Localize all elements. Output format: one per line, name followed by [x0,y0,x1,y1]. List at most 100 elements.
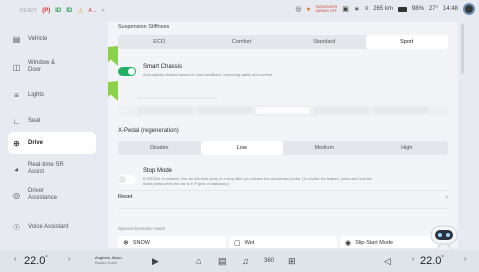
smart-chassis-title: Smart Chassis [143,64,183,70]
sidebar-item-label: Window & Door [28,60,56,73]
sidebar-item-drive[interactable]: ⊕ Drive [8,132,96,154]
xpedal-option-low[interactable]: Low [200,141,283,155]
light-icon: ≡ [14,90,19,100]
seat-icon: ∟ [12,116,21,126]
bluetooth-icon: ∗ [353,6,360,13]
stop-mode-desc-2: brake pedal when the car is in P gear or… [143,182,229,186]
snowflake-icon: ❄ [123,240,129,247]
avatar[interactable] [463,3,475,15]
assist-icon: ◎ [13,190,20,200]
stop-mode-title: Stop Mode [143,168,173,174]
airbag-line2: AIRBAG OFF [315,9,337,13]
stop-mode-toggle[interactable] [118,175,136,184]
xpedal-option-medium[interactable]: Medium [283,141,366,155]
toggle-knob [128,68,135,75]
drive-settings-panel: Suspension Stiffness ECO Comfort Standar… [108,22,458,248]
scenario-wet-button[interactable]: ▢ Wet [229,236,337,248]
battery-icon [397,6,407,12]
music-icon[interactable]: ♫ [242,256,249,266]
airbag-icon: ● [306,5,311,13]
outside-temp: 27° [428,6,438,12]
ready-indicator: READY [20,8,38,14]
xpedal-title: X-Pedal (regeneration) [118,128,179,134]
temp-up-right-icon[interactable]: › [464,256,466,263]
sidebar-item-label: Driver Assistance [28,188,58,201]
voice-icon: ☉ [12,222,21,232]
steering-wheel-icon: ⊕ [13,138,20,148]
play-icon[interactable]: ▶ [152,256,159,267]
passenger-temperature[interactable]: 22.0° [420,255,444,267]
status-bar: READY (P) ID ID ⚠ A→ ≈ ◎ ● PASSENGER AIRB… [0,0,479,22]
scrollbar[interactable] [461,24,464,74]
suspension-title: Suspension Stiffness [118,24,170,30]
media-info[interactable]: Anghela, Aiiym. Bautur Kuzh [95,255,123,265]
driver-temp-value: 22.0 [24,255,46,267]
bottom-bar: ‹ 22.0° › Anghela, Aiiym. Bautur Kuzh ▶ … [0,250,479,272]
parking-brake-indicator: (P) [42,8,51,14]
home-icon[interactable]: ⌂ [196,256,201,266]
camera-icon: ▣ [342,6,349,13]
sidebar-item-lights[interactable]: ≡ Lights [8,84,96,106]
temp-up-left-icon[interactable]: › [68,256,70,263]
volume-icon[interactable]: ◁ [384,256,391,267]
suspension-option-comfort[interactable]: Comfort [201,35,284,49]
sidebar-item-label: Drive [28,139,44,146]
sidebar-item-vehicle[interactable]: ▤ Vehicle [8,28,96,50]
light-indicator-1: ID [55,8,62,14]
deg: ° [45,255,48,262]
xpedal-option-high[interactable]: High [366,141,449,155]
suspension-option-eco[interactable]: ECO [118,35,201,49]
sidebar-item-label: Voice Assistant [28,223,69,230]
reset-button[interactable]: Reset [118,194,448,200]
wet-road-icon: ▢ [234,240,241,247]
media-artist: Bautur Kuzh [95,260,118,265]
suspension-option-standard[interactable]: Standard [283,35,366,49]
car-icon: ▤ [12,34,21,44]
scenario-label: Slip-Start Mode [355,240,394,246]
disabled-selector [118,105,448,116]
toggle-knob [119,176,126,183]
divider [118,208,448,209]
sidebar-item-realtime-sr[interactable]: ◕ Real-time SR Assist [8,158,96,180]
car-icon[interactable]: ▤ [218,256,227,267]
screen: { "status": { "ready": "READY", "indicat… [0,0,479,272]
signal-icon: ≡ [364,6,369,12]
belt-icon: ⚠ [77,8,84,15]
xpedal-option-disable[interactable]: Disable [118,141,201,155]
auto-hold-icon: A→ [88,8,97,14]
scenario-label: Wet [244,240,255,246]
status-left: READY (P) ID ID ⚠ A→ ≈ [20,7,105,15]
suspension-selector: ECO Comfort Standard Sport [118,35,448,49]
xpedal-selector: Disable Low Medium High [118,141,448,155]
scenario-title: Special Scenario Assist [118,226,165,231]
location-icon: ◎ [295,6,302,13]
passenger-temp-value: 22.0 [420,255,442,267]
slip-icon: ◉ [345,240,352,247]
smart-chassis-desc: Auto-adjusts chassis based on road condi… [143,73,273,77]
sidebar-item-voice-assistant[interactable]: ☉ Voice Assistant [8,216,96,238]
divider [118,190,448,191]
sidebar-item-label: Seat [28,117,41,124]
scenario-snow-button[interactable]: ❄ SNOW [118,236,226,248]
radar-icon: ◕ [14,164,19,174]
sidebar-item-seat[interactable]: ∟ Seat [8,110,96,132]
drive-mode-icon: ≈ [101,8,105,14]
hidden-option-label [118,95,238,101]
sidebar-item-window-door[interactable]: ◫ Window & Door [8,56,96,78]
battery-text: 98% [411,6,424,12]
range-text: 265 km [373,6,393,12]
sidebar-item-label: Real-time SR Assist [28,162,64,175]
fan-icon[interactable]: 360 [264,258,274,264]
sidebar-item-label: Lights [28,91,45,98]
apps-grid-icon[interactable]: ⊞ [288,256,296,267]
annotation-arrow-icon [108,81,118,101]
sidebar-item-driver-assistance[interactable]: ◎ Driver Assistance [8,184,96,206]
airbag-status: PASSENGER AIRBAG OFF [316,5,338,13]
suspension-option-sport[interactable]: Sport [365,35,448,49]
deg: ° [441,255,444,262]
sidebar-item-label: Vehicle [28,35,48,42]
temp-down-right-icon[interactable]: ‹ [412,256,414,263]
temp-down-left-icon[interactable]: ‹ [14,256,16,263]
driver-temperature[interactable]: 22.0° [24,255,48,267]
light-indicator-2: ID [66,8,73,14]
